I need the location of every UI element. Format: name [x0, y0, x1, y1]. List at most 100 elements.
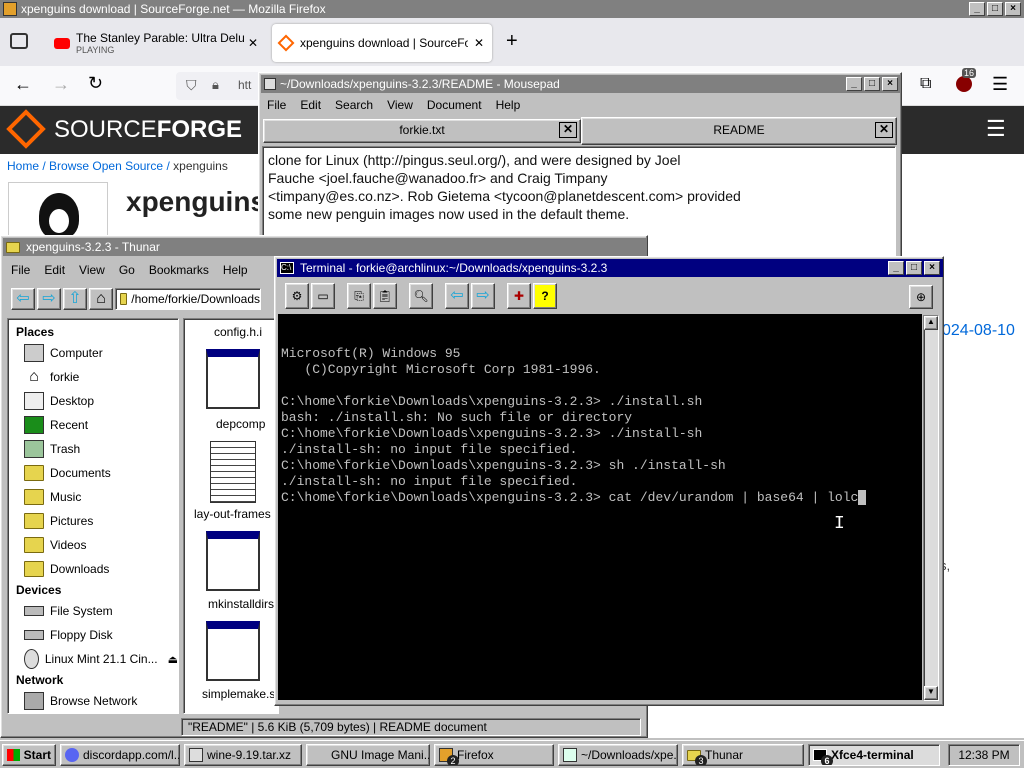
firefox-titlebar[interactable]: xpenguins download | SourceForge.net — M… — [0, 0, 1024, 18]
sidebar-item-documents[interactable]: Documents — [8, 461, 178, 485]
maximize-button[interactable]: □ — [906, 261, 922, 275]
tab-readme[interactable]: README ✕ — [581, 117, 897, 145]
terminal-screen[interactable]: Microsoft(R) Windows 95 (C)Copyright Mic… — [278, 314, 922, 700]
terminal-titlebar[interactable]: C:\ Terminal - forkie@archlinux:~/Downlo… — [277, 259, 943, 277]
menu-go[interactable]: Go — [119, 263, 135, 277]
menu-document[interactable]: Document — [427, 98, 482, 112]
minimize-button[interactable]: _ — [888, 261, 904, 275]
minimize-button[interactable]: _ — [846, 77, 862, 91]
file-item[interactable]: mkinstalldirs — [208, 597, 274, 611]
menu-help[interactable]: Help — [223, 263, 248, 277]
task-wine[interactable]: wine-9.19.tar.xz — [184, 744, 302, 766]
terminal-line: ./install-sh: no input file specified. — [281, 442, 578, 457]
home-icon[interactable]: ⌂ — [89, 288, 113, 310]
sidebar-item-recent[interactable]: Recent — [8, 413, 178, 437]
sidebar-item-videos[interactable]: Videos — [8, 533, 178, 557]
back-arrow-icon[interactable]: ⇦ — [11, 288, 35, 310]
url-bar[interactable]: ⛉ 🔒︎ htt — [176, 72, 266, 100]
menu-edit[interactable]: Edit — [44, 263, 65, 277]
up-arrow-icon[interactable]: ⇧ — [63, 288, 87, 310]
close-icon[interactable]: ✕ — [875, 122, 893, 138]
sidebar-item-desktop[interactable]: Desktop — [8, 389, 178, 413]
sidebar-item-computer[interactable]: Computer — [8, 341, 178, 365]
terminal-line: bash: ./install.sh: No such file or dire… — [281, 410, 633, 425]
menu-view[interactable]: View — [387, 98, 413, 112]
breadcrumb-browse[interactable]: Browse Open Source — [49, 159, 163, 173]
mousepad-titlebar[interactable]: ~/Downloads/xpenguins-3.2.3/README - Mou… — [261, 75, 901, 93]
eject-icon[interactable]: ⏏ — [168, 653, 178, 666]
close-icon[interactable]: ✕ — [559, 122, 577, 138]
window-count-badge: 2 — [447, 755, 459, 765]
task-firefox[interactable]: 2 Firefox — [434, 744, 554, 766]
firefox-window-title: xpenguins download | SourceForge.net — M… — [21, 2, 326, 16]
close-button[interactable]: × — [1005, 2, 1021, 16]
new-tab-button[interactable]: + — [506, 30, 518, 53]
tab-forkie-txt[interactable]: forkie.txt ✕ — [263, 119, 581, 143]
terminal-scrollbar[interactable]: ▲ ▼ — [923, 315, 939, 701]
lock-icon: 🔒︎ — [212, 77, 219, 92]
fullscreen-icon[interactable]: ▭ — [311, 283, 335, 309]
extensions-icon[interactable]: ⧉ — [920, 75, 931, 93]
location-bar[interactable]: /home/forkie/Downloads — [115, 288, 261, 310]
task-gimp[interactable]: GNU Image Mani... — [306, 744, 430, 766]
ublock-icon[interactable] — [956, 76, 972, 92]
tab-overview-icon[interactable] — [10, 33, 28, 49]
back-arrow-icon[interactable]: ⇦ — [445, 283, 469, 309]
sidebar-item-filesystem[interactable]: File System — [8, 599, 178, 623]
minimize-button[interactable]: _ — [969, 2, 985, 16]
forward-arrow-icon[interactable]: → — [52, 74, 70, 95]
task-discord[interactable]: discordapp.com/l... — [60, 744, 180, 766]
tab-stanley-parable[interactable]: The Stanley Parable: Ultra Deluxe | PLAY… — [46, 24, 266, 62]
close-button[interactable]: × — [882, 77, 898, 91]
menu-icon[interactable]: ☰ — [992, 74, 1008, 95]
sourceforge-logo[interactable]: SOURCEFORGE — [54, 116, 242, 144]
find-icon[interactable]: 🔍︎ — [409, 283, 433, 309]
menu-edit[interactable]: Edit — [300, 98, 321, 112]
forward-arrow-icon[interactable]: ⇨ — [37, 288, 61, 310]
task-mousepad[interactable]: ~/Downloads/xpe... — [558, 744, 678, 766]
menu-search[interactable]: Search — [335, 98, 373, 112]
menu-file[interactable]: File — [267, 98, 286, 112]
tab-xpenguins[interactable]: xpenguins download | SourceForge ✕ — [272, 24, 492, 62]
new-window-icon[interactable]: ⚙ — [285, 283, 309, 309]
close-icon[interactable]: ✕ — [248, 36, 258, 50]
reload-icon[interactable]: ↻ — [88, 73, 103, 94]
thunar-titlebar[interactable]: xpenguins-3.2.3 - Thunar — [3, 238, 647, 256]
start-button[interactable]: Start — [2, 744, 56, 766]
file-item[interactable]: lay-out-frames — [194, 507, 271, 521]
copy-icon[interactable]: ⎘ — [347, 283, 371, 309]
clock[interactable]: 12:38 PM — [948, 744, 1020, 766]
back-arrow-icon[interactable]: ← — [14, 74, 32, 95]
breadcrumb-home[interactable]: Home — [7, 159, 39, 173]
help-icon[interactable]: ? — [533, 283, 557, 309]
menu-bookmarks[interactable]: Bookmarks — [149, 263, 209, 277]
menu-help[interactable]: Help — [496, 98, 521, 112]
sidebar-item-browse-network[interactable]: Browse Network — [8, 689, 178, 713]
close-icon[interactable]: ✕ — [474, 36, 484, 50]
sidebar-item-music[interactable]: Music — [8, 485, 178, 509]
file-item[interactable]: depcomp — [216, 417, 265, 431]
settings-icon[interactable]: ⊕ — [909, 285, 933, 309]
maximize-button[interactable]: □ — [864, 77, 880, 91]
paste-icon[interactable]: 📋︎ — [373, 283, 397, 309]
sourceforge-logo-icon[interactable] — [6, 109, 46, 149]
sidebar-item-pictures[interactable]: Pictures — [8, 509, 178, 533]
file-item[interactable]: simplemake.sh — [202, 687, 278, 701]
sidebar-item-downloads[interactable]: Downloads — [8, 557, 178, 581]
forward-arrow-icon[interactable]: ⇨ — [471, 283, 495, 309]
sidebar-item-forkie[interactable]: ⌂ forkie — [8, 365, 178, 389]
hamburger-icon[interactable]: ☰ — [986, 116, 1006, 142]
sidebar-item-floppy[interactable]: Floppy Disk — [8, 623, 178, 647]
file-item[interactable]: config.h.i — [214, 325, 262, 339]
menu-view[interactable]: View — [79, 263, 105, 277]
preferences-icon[interactable]: ✚ — [507, 283, 531, 309]
shield-icon[interactable]: ⛉ — [186, 77, 197, 94]
menu-file[interactable]: File — [11, 263, 30, 277]
task-thunar[interactable]: 3 Thunar — [682, 744, 804, 766]
notepad-icon — [563, 748, 577, 762]
sidebar-item-linux-mint[interactable]: Linux Mint 21.1 Cin... ⏏ — [8, 647, 178, 671]
sidebar-item-trash[interactable]: Trash — [8, 437, 178, 461]
task-terminal[interactable]: 6 Xfce4-terminal — [808, 744, 940, 766]
close-button[interactable]: × — [924, 261, 940, 275]
maximize-button[interactable]: □ — [987, 2, 1003, 16]
